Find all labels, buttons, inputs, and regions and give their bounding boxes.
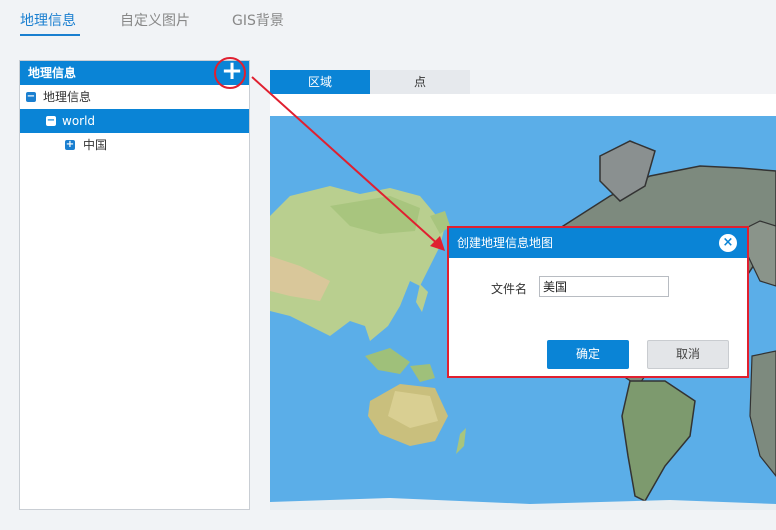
tree-item-world[interactable]: − world	[20, 109, 249, 133]
tree-panel: 地理信息 + − 地理信息 − world + 中国	[19, 58, 250, 510]
tab-custom-image[interactable]: 自定义图片	[120, 10, 190, 30]
tab-gis-background[interactable]: GIS背景	[232, 10, 284, 30]
tree-item-label: world	[62, 114, 96, 128]
collapse-icon[interactable]: −	[26, 92, 36, 102]
close-icon[interactable]: ×	[719, 234, 737, 252]
tab-region[interactable]: 区域	[270, 70, 370, 94]
top-tab-bar: 地理信息 自定义图片 GIS背景	[0, 0, 776, 40]
create-map-dialog: 创建地理信息地图 × 文件名 确定 取消	[447, 226, 749, 378]
dialog-header: 创建地理信息地图 ×	[449, 228, 747, 258]
highlight-circle	[214, 57, 246, 89]
collapse-icon[interactable]: −	[46, 116, 56, 126]
filename-label: 文件名	[491, 282, 528, 296]
tree-item-china[interactable]: + 中国	[20, 133, 249, 157]
tree-title: 地理信息	[28, 66, 77, 80]
cancel-button[interactable]: 取消	[647, 340, 729, 369]
tree-item-label: 中国	[83, 138, 108, 152]
confirm-button[interactable]: 确定	[547, 340, 629, 369]
expand-icon[interactable]: +	[65, 140, 75, 150]
tree-item-geo-info[interactable]: − 地理信息	[20, 85, 249, 109]
filename-input[interactable]	[539, 276, 669, 297]
dialog-title: 创建地理信息地图	[457, 236, 554, 250]
active-tab-indicator	[20, 34, 80, 36]
tab-geo-info[interactable]: 地理信息	[20, 10, 76, 30]
tree-item-label: 地理信息	[43, 90, 92, 104]
tab-point[interactable]: 点	[370, 70, 470, 94]
